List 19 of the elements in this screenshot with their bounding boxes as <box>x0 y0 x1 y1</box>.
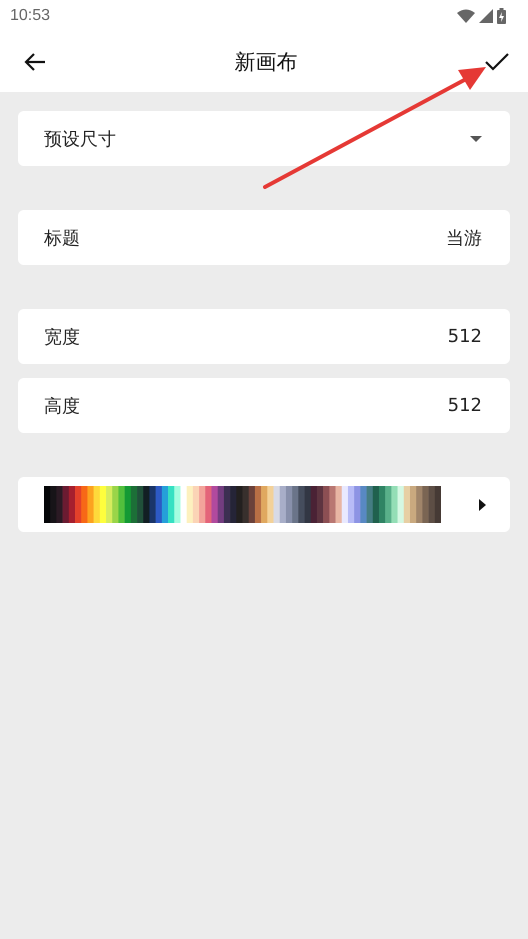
setting-value: 当游 <box>446 226 482 250</box>
preset-size-dropdown[interactable]: 预设尺寸 <box>18 111 510 166</box>
status-time: 10:53 <box>10 7 50 25</box>
expand-arrow-icon <box>479 498 486 510</box>
setting-label: 标题 <box>44 226 80 250</box>
setting-row[interactable]: 宽度 512 <box>18 309 510 364</box>
page-title: 新画布 <box>234 49 298 76</box>
setting-value: 512 <box>448 395 482 416</box>
setting-value: 512 <box>448 326 482 347</box>
wifi-icon <box>457 9 475 23</box>
setting-label: 高度 <box>44 394 80 418</box>
dropdown-label: 预设尺寸 <box>44 128 116 150</box>
setting-label: 宽度 <box>44 326 80 348</box>
signal-icon <box>479 9 493 23</box>
battery-icon <box>497 8 506 24</box>
setting-row[interactable]: 高度 512 <box>18 378 510 433</box>
setting-row[interactable]: 标题 当游 <box>18 210 510 265</box>
dropdown-caret-icon <box>470 136 482 142</box>
palette-row[interactable] <box>18 477 510 532</box>
